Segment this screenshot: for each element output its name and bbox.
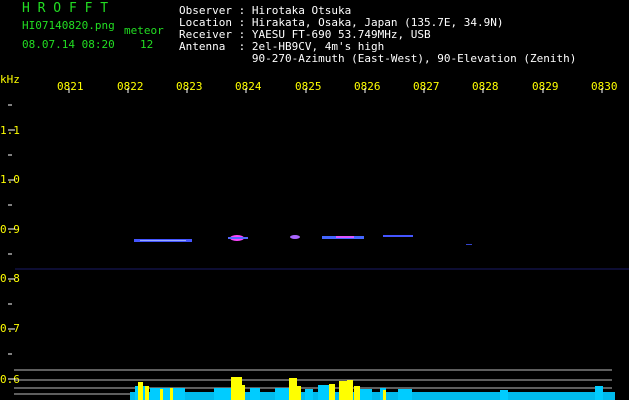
meteor-echoes — [134, 235, 472, 245]
meteor-echo — [466, 244, 472, 245]
meteor-echo — [228, 237, 248, 239]
frequency-ticks — [8, 104, 15, 380]
time-ticks — [68, 88, 603, 93]
meteor-echo — [140, 240, 186, 241]
meteor-echo — [383, 235, 413, 237]
meteor-echo — [290, 235, 300, 239]
spectrogram-plot — [8, 88, 629, 400]
meteor-echo — [336, 236, 354, 238]
